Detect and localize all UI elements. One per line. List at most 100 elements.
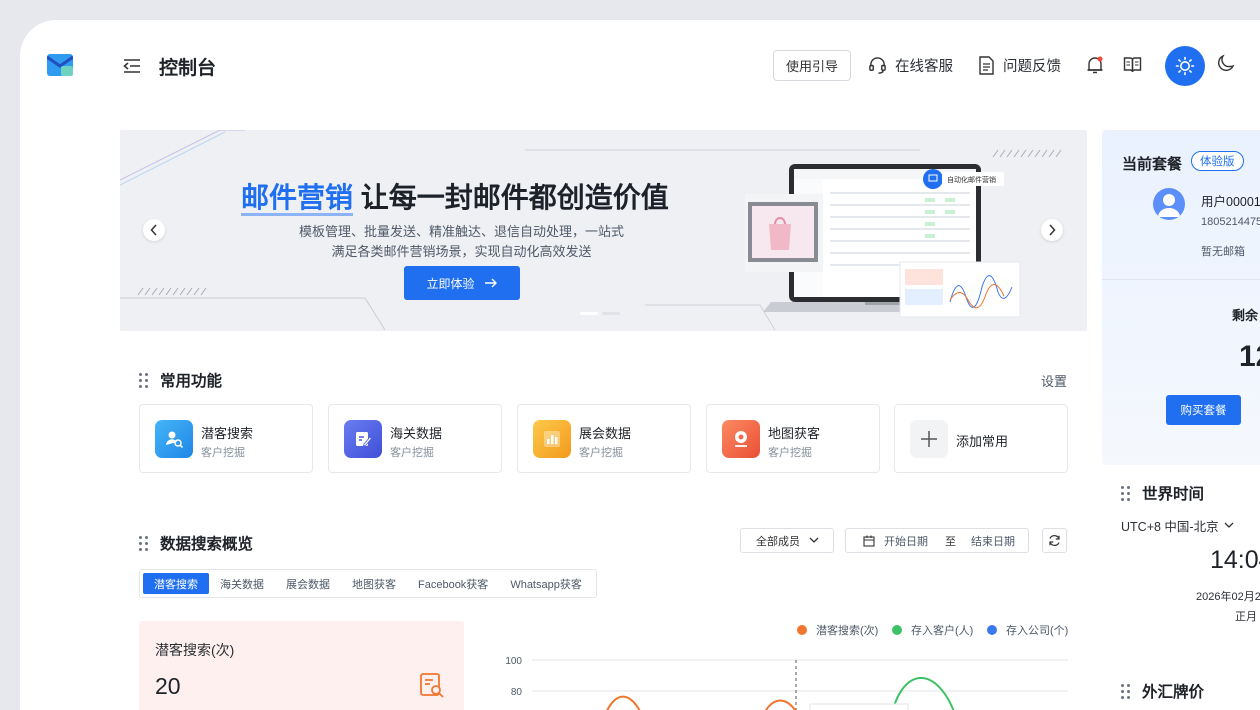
dark-theme-toggle-moon-icon[interactable] <box>1217 54 1235 72</box>
user-email: 暂无邮箱 <box>1201 246 1245 258</box>
user-search-icon <box>155 420 193 458</box>
banner-headline: 邮件营销 让每一封邮件都创造价值 <box>241 176 669 216</box>
legend-dot <box>892 625 902 635</box>
banner-subtitle-line2: 满足各类邮件营销场景，实现自动化高效发送 <box>331 244 592 259</box>
common-settings-link[interactable]: 设置 <box>1041 371 1067 390</box>
tab-customs-data[interactable]: 海关数据 <box>209 573 275 594</box>
arrow-right-icon <box>484 278 497 288</box>
drag-handle-icon[interactable] <box>1121 683 1130 699</box>
promo-banner[interactable]: 邮件营销 让每一封邮件都创造价值 模板管理、批量发送、精准触达、退信自动处理，一… <box>120 130 1087 331</box>
online-service-link[interactable]: 在线客服 <box>868 55 953 76</box>
chart-tooltip <box>809 703 909 710</box>
feature-card-map-acquisition[interactable]: 地图获客 客户挖掘 <box>706 404 880 473</box>
headset-icon <box>869 57 886 74</box>
search-overview-title-text: 数据搜索概览 <box>160 536 254 553</box>
end-date-field[interactable]: 结束日期 <box>971 533 1015 549</box>
series-line-searches <box>606 695 797 710</box>
legend-label: 存入客户(人) <box>911 625 974 637</box>
avatar[interactable] <box>1153 188 1185 220</box>
legend-dot <box>987 625 997 635</box>
search-document-icon <box>420 673 444 698</box>
tab-exhibition-data[interactable]: 展会数据 <box>275 573 341 594</box>
start-date-field[interactable]: 开始日期 <box>884 533 928 549</box>
user-phone: 1805214475 <box>1201 216 1260 228</box>
buy-plan-button[interactable]: 购买套餐 <box>1166 395 1241 425</box>
legend-dot <box>797 625 807 635</box>
app-window: 控制台 使用引导 在线客服 问题反馈 邮件营销 让每一封邮件都创造价值 模板管理… <box>20 20 1260 710</box>
remaining-label: 剩余 <box>1232 308 1259 323</box>
common-features-title-text: 常用功能 <box>160 373 223 390</box>
banner-headline-rest: 让每一封邮件都创造价值 <box>353 182 669 213</box>
feedback-link[interactable]: 问题反馈 <box>978 55 1061 76</box>
legend-label: 存入公司(个) <box>1006 625 1069 637</box>
notification-bell-icon[interactable] <box>1086 56 1104 75</box>
usage-guide-button[interactable]: 使用引导 <box>773 50 851 81</box>
date-range-separator: 至 <box>945 535 956 548</box>
world-clock-time: 14:04 <box>1210 546 1260 574</box>
feature-card-exhibition-data[interactable]: 展会数据 客户挖掘 <box>517 404 691 473</box>
forex-title: 外汇牌价 <box>1121 680 1204 702</box>
feedback-label: 问题反馈 <box>1003 59 1061 75</box>
tab-map-acquisition[interactable]: 地图获客 <box>341 573 407 594</box>
drag-handle-icon[interactable] <box>139 372 148 388</box>
world-time-title: 世界时间 <box>1121 482 1204 504</box>
tab-prospect-search[interactable]: 潜客搜索 <box>143 573 209 594</box>
tab-whatsapp[interactable]: Whatsapp获客 <box>499 573 593 594</box>
banner-dot-active[interactable] <box>580 312 598 315</box>
light-theme-toggle[interactable] <box>1165 46 1205 86</box>
bar-chart-icon <box>533 420 571 458</box>
banner-subtitle-line1: 模板管理、批量发送、精准触达、退信自动处理，一站式 <box>298 224 624 239</box>
drag-handle-icon[interactable] <box>1121 485 1130 501</box>
overview-line-chart: 100 80 2024-03-26 <box>505 656 1068 710</box>
divider <box>1102 279 1260 280</box>
legend-item-customers[interactable]: 存入客户(人) <box>892 622 973 638</box>
chevron-down-icon <box>809 537 819 543</box>
y-tick-label: 100 <box>505 656 522 667</box>
add-common-card[interactable]: 添加常用 <box>894 404 1068 473</box>
screen-badge-text: 自动化邮件营销 <box>947 175 996 184</box>
user-avatar-icon <box>1158 194 1180 217</box>
stat-label: 潜客搜索(次) <box>155 642 235 658</box>
search-overview-title: 数据搜索概览 <box>139 532 253 554</box>
drag-handle-icon[interactable] <box>139 535 148 551</box>
book-icon[interactable] <box>1123 56 1142 74</box>
user-name: 用户00001 <box>1201 195 1260 209</box>
chevron-down-icon <box>1224 522 1234 528</box>
member-select[interactable]: 全部成员 <box>740 528 834 553</box>
online-service-label: 在线客服 <box>895 59 953 75</box>
forex-title-text: 外汇牌价 <box>1142 684 1205 701</box>
feature-name: 潜客搜索 <box>201 426 254 441</box>
document-icon <box>979 56 994 75</box>
try-now-button[interactable]: 立即体验 <box>404 266 520 300</box>
legend-item-searches[interactable]: 潜客搜索(次) <box>797 622 878 638</box>
refresh-button[interactable] <box>1042 528 1067 553</box>
feature-name: 海关数据 <box>390 426 443 441</box>
add-common-label: 添加常用 <box>956 434 1009 449</box>
feature-name: 地图获客 <box>768 426 821 441</box>
world-clock-lunar: 正月 <box>1235 611 1257 623</box>
feature-subtitle: 客户挖掘 <box>390 447 434 459</box>
feature-subtitle: 客户挖掘 <box>768 447 812 459</box>
feature-card-customs-data[interactable]: 海关数据 客户挖掘 <box>328 404 502 473</box>
banner-headline-accent: 邮件营销 <box>241 182 354 216</box>
banner-prev-button[interactable] <box>143 219 165 241</box>
tab-facebook[interactable]: Facebook获客 <box>407 573 499 594</box>
page-title: 控制台 <box>159 58 217 79</box>
laptop-illustration: 自动化邮件营销 <box>745 164 1021 318</box>
feature-card-prospect-search[interactable]: 潜客搜索 客户挖掘 <box>139 404 313 473</box>
calendar-icon <box>863 535 875 547</box>
chevron-left-icon <box>150 224 157 236</box>
timezone-select[interactable]: UTC+8 中国-北京 <box>1121 516 1234 535</box>
stat-value: 20 <box>155 673 181 699</box>
common-features-title: 常用功能 <box>139 369 222 391</box>
chevron-right-icon <box>1049 224 1056 236</box>
plan-badge: 体验版 <box>1191 151 1244 171</box>
banner-dot[interactable] <box>602 312 620 315</box>
plan-title: 当前套餐 <box>1122 156 1183 173</box>
world-clock-date: 2026年02月2 <box>1196 591 1260 603</box>
banner-pagination <box>580 312 620 315</box>
prospect-search-stat-card: 潜客搜索(次) 20 <box>139 621 464 710</box>
menu-collapse-icon[interactable] <box>122 57 142 75</box>
date-range-picker[interactable]: 开始日期 至 结束日期 <box>845 528 1029 553</box>
legend-item-companies[interactable]: 存入公司(个) <box>987 622 1068 638</box>
